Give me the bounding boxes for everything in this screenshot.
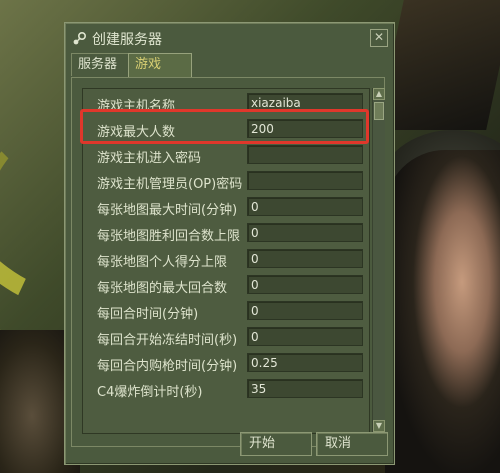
map-fraglimit-input[interactable]: 0	[247, 249, 363, 268]
highlight-annotation	[80, 109, 369, 144]
background-soldier	[385, 150, 500, 473]
steam-icon	[73, 31, 87, 45]
close-button[interactable]: ✕	[370, 29, 388, 47]
setting-row: 每张地图最大时间(分钟) 0	[83, 195, 369, 221]
freeze-time-input[interactable]: 0	[247, 327, 363, 346]
setting-row: C4爆炸倒计时(秒) 35	[83, 377, 369, 403]
create-server-dialog: 创建服务器 ✕ 服务器 游戏 游戏主机名称 xiazaiba 游戏最大人数 20…	[64, 22, 395, 465]
map-timelimit-input[interactable]: 0	[247, 197, 363, 216]
setting-row: 每张地图的最大回合数 0	[83, 273, 369, 299]
setting-row: 每张地图个人得分上限 0	[83, 247, 369, 273]
window-title: 创建服务器	[92, 32, 162, 48]
setting-row: 每回合时间(分钟) 0	[83, 299, 369, 325]
setting-label: 每张地图的最大回合数	[97, 281, 228, 295]
title-bar[interactable]: 创建服务器 ✕	[65, 23, 394, 53]
setting-row: 每张地图胜利回合数上限 0	[83, 221, 369, 247]
cancel-button[interactable]: 取消	[316, 432, 388, 456]
list-scrollbar[interactable]: ▲ ▼	[372, 88, 385, 432]
setting-row: 每回合内购枪时间(分钟) 0.25	[83, 351, 369, 377]
setting-label: 每张地图胜利回合数上限	[97, 229, 241, 243]
close-icon: ✕	[373, 30, 385, 44]
map-winlimit-input[interactable]: 0	[247, 223, 363, 242]
round-time-input[interactable]: 0	[247, 301, 363, 320]
tab-game[interactable]: 游戏	[128, 53, 192, 77]
scroll-up-icon[interactable]: ▲	[373, 88, 385, 100]
setting-label: 每回合开始冻结时间(秒)	[97, 333, 238, 347]
admin-password-input[interactable]	[247, 171, 363, 190]
tab-server[interactable]: 服务器	[71, 53, 135, 76]
scroll-down-icon[interactable]: ▼	[373, 420, 385, 432]
setting-label: 游戏主机进入密码	[97, 151, 202, 165]
map-maxrounds-input[interactable]: 0	[247, 275, 363, 294]
scroll-thumb[interactable]	[374, 102, 384, 120]
buy-time-input[interactable]: 0.25	[247, 353, 363, 372]
setting-label: 每张地图个人得分上限	[97, 255, 228, 269]
setting-label: C4爆炸倒计时(秒)	[97, 385, 203, 399]
server-password-input[interactable]	[247, 145, 363, 164]
setting-row: 游戏主机进入密码	[83, 143, 369, 169]
setting-label: 每回合内购枪时间(分钟)	[97, 359, 238, 373]
setting-label: 每回合时间(分钟)	[97, 307, 199, 321]
setting-row: 每回合开始冻结时间(秒) 0	[83, 325, 369, 351]
setting-label: 每张地图最大时间(分钟)	[97, 203, 238, 217]
c4-timer-input[interactable]: 35	[247, 379, 363, 398]
setting-row: 游戏主机管理员(OP)密码	[83, 169, 369, 195]
start-button[interactable]: 开始	[240, 432, 312, 456]
setting-label: 游戏主机管理员(OP)密码	[97, 177, 243, 191]
